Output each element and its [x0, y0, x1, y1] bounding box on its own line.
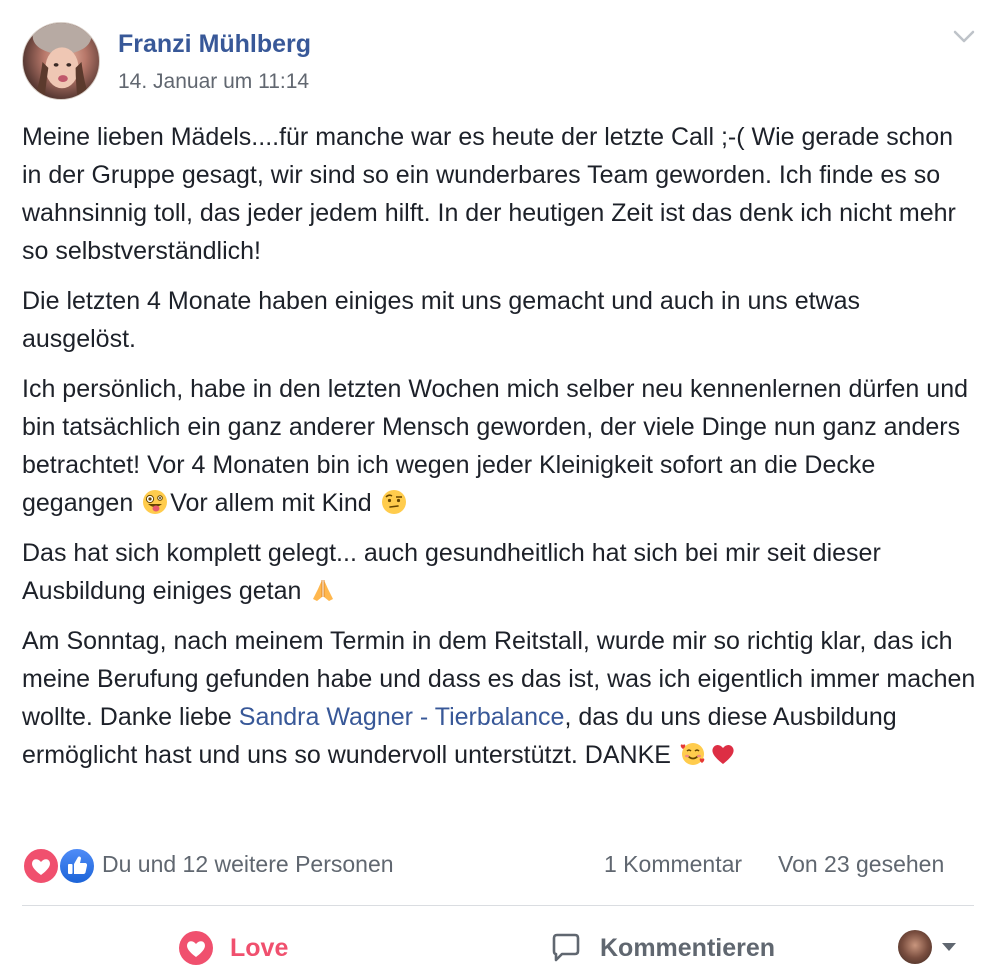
paragraph-4: Das hat sich komplett gelegt... auch ges… — [22, 534, 977, 610]
seen-count[interactable]: Von 23 gesehen — [778, 851, 944, 878]
comment-button-label: Kommentieren — [600, 934, 776, 962]
author-avatar[interactable] — [22, 22, 100, 100]
like-reaction-icon[interactable] — [58, 847, 96, 885]
smiling-face-with-hearts-emoji-icon — [680, 741, 706, 767]
comment-icon — [552, 933, 580, 962]
chevron-down-icon[interactable] — [950, 26, 978, 48]
comment-button[interactable]: Kommentieren — [548, 926, 798, 970]
author-name[interactable]: Franzi Mühlberg — [118, 30, 311, 59]
audience-selector[interactable] — [898, 930, 962, 966]
love-reaction-icon[interactable] — [22, 847, 60, 885]
love-button-label: Love — [230, 934, 289, 962]
paragraph-3: Ich persönlich, habe in den letzten Woch… — [22, 370, 977, 522]
comment-count[interactable]: 1 Kommentar — [604, 851, 742, 878]
post-stats: Du und 12 weitere Personen 1 Kommentar V… — [22, 845, 974, 885]
user-avatar — [898, 930, 932, 964]
mention-link[interactable]: Sandra Wagner - Tierbalance — [239, 703, 565, 731]
paragraph-1: Meine lieben Mädels....für manche war es… — [22, 123, 956, 265]
caret-down-icon — [942, 943, 956, 951]
crazy-face-emoji-icon — [142, 489, 168, 515]
folded-hands-emoji-icon — [310, 577, 336, 603]
paragraph-2: Die letzten 4 Monate haben einiges mit u… — [22, 287, 861, 353]
reactors-text[interactable]: Du und 12 weitere Personen — [102, 851, 394, 878]
facebook-post: Franzi Mühlberg 14. Januar um 11:14 Mein… — [0, 0, 994, 980]
red-heart-emoji-icon — [710, 741, 736, 767]
paragraph-5: Am Sonntag, nach meinem Termin in dem Re… — [22, 622, 977, 774]
post-body: Meine lieben Mädels....für manche war es… — [22, 118, 977, 786]
raised-eyebrow-face-emoji-icon — [381, 489, 407, 515]
love-button[interactable]: Love — [178, 926, 318, 970]
divider — [22, 905, 974, 906]
paragraph-4-text: Das hat sich komplett gelegt... auch ges… — [22, 539, 881, 605]
love-icon — [179, 931, 213, 965]
post-timestamp[interactable]: 14. Januar um 11:14 — [118, 70, 309, 94]
paragraph-3-text-b: Vor allem mit Kind — [170, 489, 379, 517]
action-bar: Love Kommentieren — [0, 920, 994, 976]
